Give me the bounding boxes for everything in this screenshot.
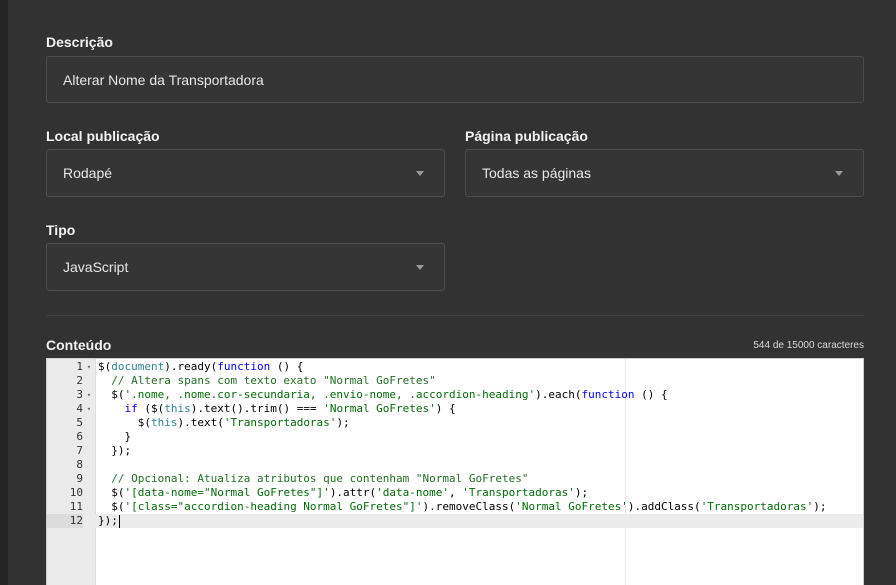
line-number: 6 bbox=[76, 430, 83, 443]
line-code: }); bbox=[98, 444, 132, 457]
code-line[interactable]: 7 }); bbox=[47, 444, 863, 458]
code-lines[interactable]: 1 ▾ $(document).ready(function () {2 // Al… bbox=[47, 360, 863, 528]
line-code: $(document).ready(function () { bbox=[98, 360, 304, 373]
character-counter: 544 de 15000 caracteres bbox=[753, 340, 864, 351]
chevron-down-icon bbox=[416, 265, 424, 270]
chevron-down-icon bbox=[416, 171, 424, 176]
code-line[interactable]: 11 $('[class="accordion-heading Normal G… bbox=[47, 500, 863, 514]
fold-toggle-icon[interactable]: ▾ bbox=[85, 388, 93, 402]
code-editor[interactable]: 1 ▾ $(document).ready(function () {2 // Al… bbox=[46, 358, 864, 585]
descricao-label: Descrição bbox=[46, 34, 113, 50]
local-publicacao-value: Rodapé bbox=[63, 165, 113, 181]
line-code: }); bbox=[98, 514, 120, 528]
line-number: 10 bbox=[69, 486, 83, 499]
code-line[interactable]: 9 // Opcional: Atualiza atributos que co… bbox=[47, 472, 863, 486]
line-number: 7 bbox=[76, 444, 83, 457]
line-code: $('[class="accordion-heading Normal GoFr… bbox=[98, 500, 827, 513]
line-code: $('[data-nome="Normal GoFretes"]').attr(… bbox=[98, 486, 589, 499]
line-code: if ($(this).text().trim() === 'Normal Go… bbox=[124, 402, 456, 415]
pagina-publicacao-select[interactable]: Todas as páginas bbox=[465, 149, 864, 197]
chevron-down-icon bbox=[835, 171, 843, 176]
tipo-select[interactable]: JavaScript bbox=[46, 243, 445, 291]
line-number: 1 bbox=[76, 360, 83, 373]
line-number: 11 bbox=[69, 500, 83, 513]
fold-toggle-icon[interactable]: ▾ bbox=[85, 360, 93, 374]
line-number: 9 bbox=[76, 472, 83, 485]
line-code: } bbox=[98, 430, 132, 443]
code-line[interactable]: 6 } bbox=[47, 430, 863, 444]
fold-toggle-icon[interactable]: ▾ bbox=[85, 402, 93, 416]
section-divider bbox=[46, 315, 864, 316]
tipo-label: Tipo bbox=[46, 222, 76, 238]
line-number: 3 bbox=[76, 388, 83, 401]
local-publicacao-label: Local publicação bbox=[46, 128, 160, 144]
pagina-publicacao-label: Página publicação bbox=[465, 128, 588, 144]
line-code: $(this).text('Transportadoras'); bbox=[98, 416, 350, 429]
code-line[interactable]: 4 ▾ if ($(this).text().trim() === 'Normal… bbox=[47, 402, 863, 416]
code-line[interactable]: 1 ▾ $(document).ready(function () { bbox=[47, 360, 863, 374]
code-line[interactable]: 12}); bbox=[47, 514, 863, 528]
line-number: 12 bbox=[47, 514, 83, 528]
outer-background bbox=[0, 0, 8, 585]
code-line[interactable]: 2 // Altera spans com texto exato "Norma… bbox=[47, 374, 863, 388]
line-code: // Opcional: Atualiza atributos que cont… bbox=[111, 472, 529, 485]
line-code: // Altera spans com texto exato "Normal … bbox=[111, 374, 436, 387]
code-line[interactable]: 8 bbox=[47, 458, 863, 472]
line-number: 5 bbox=[76, 416, 83, 429]
descricao-input[interactable] bbox=[63, 71, 863, 88]
conteudo-label: Conteúdo bbox=[46, 337, 112, 353]
tipo-value: JavaScript bbox=[63, 259, 129, 275]
local-publicacao-select[interactable]: Rodapé bbox=[46, 149, 445, 197]
pagina-publicacao-value: Todas as páginas bbox=[482, 165, 591, 181]
line-number: 4 bbox=[76, 402, 83, 415]
code-line[interactable]: 10 $('[data-nome="Normal GoFretes"]').at… bbox=[47, 486, 863, 500]
descricao-field[interactable] bbox=[46, 56, 864, 103]
code-line[interactable]: 3 ▾ $('.nome, .nome.cor-secundaria, .envi… bbox=[47, 388, 863, 402]
text-cursor bbox=[118, 514, 120, 528]
line-number: 8 bbox=[76, 458, 83, 471]
line-code: $('.nome, .nome.cor-secundaria, .envio-n… bbox=[98, 388, 668, 401]
line-number: 2 bbox=[76, 374, 83, 387]
code-line[interactable]: 5 $(this).text('Transportadoras'); bbox=[47, 416, 863, 430]
